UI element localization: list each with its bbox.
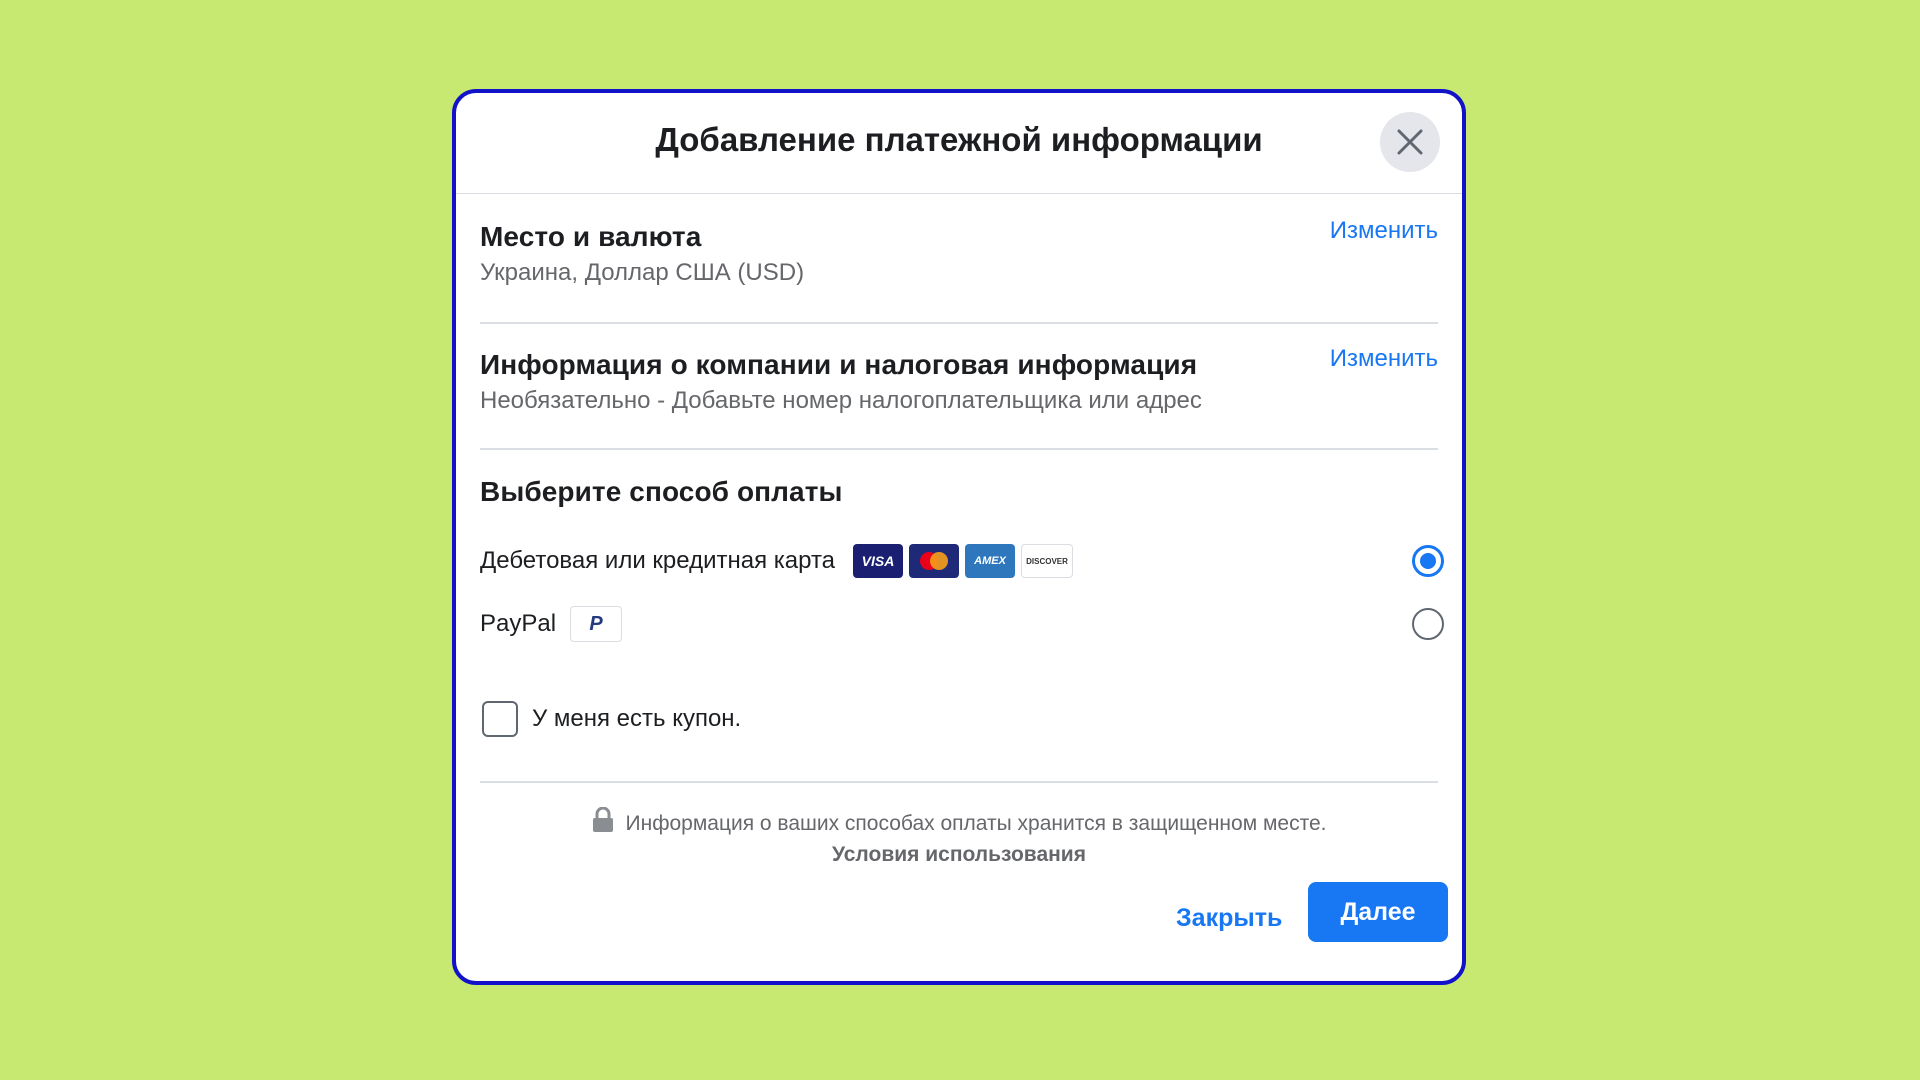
paypal-radio[interactable] [1412,608,1444,640]
mastercard-logo [909,544,960,578]
divider [480,781,1438,783]
paypal-option-label: PayPal [480,610,557,637]
discover-logo: DISCOVER [1021,544,1074,578]
edit-location-link[interactable]: Изменить [1330,217,1438,245]
close-button[interactable] [1380,112,1440,172]
dialog-header: Добавление платежной информации [456,93,1462,194]
payment-section: Выберите способ оплаты [480,476,1438,508]
coupon-row[interactable]: У меня есть купон. [482,701,741,737]
next-button[interactable]: Далее [1308,882,1448,942]
security-note-text: Информация о ваших способах оплаты храни… [625,812,1327,835]
cancel-button[interactable]: Закрыть [1176,904,1282,933]
divider [480,322,1438,324]
divider [480,448,1438,450]
payment-option-paypal[interactable]: PayPal P [480,604,1444,644]
mastercard-circles [920,552,949,570]
company-title: Информация о компании и налоговая информ… [480,349,1198,380]
amex-logo: AMEX [965,544,1016,578]
card-radio-selected[interactable] [1412,545,1444,577]
location-section: Место и валюта Украина, Доллар США (USD)… [480,217,1438,287]
location-subtitle: Украина, Доллар США (USD) [480,259,805,286]
dialog-title: Добавление платежной информации [655,121,1263,158]
location-title: Место и валюта [480,221,702,252]
lock-icon [592,806,613,832]
security-note: Информация о ваших способах оплаты храни… [456,806,1462,836]
coupon-checkbox[interactable] [482,701,518,737]
visa-logo-text: VISA [861,553,895,569]
payment-option-card[interactable]: Дебетовая или кредитная карта VISA AMEX … [480,541,1444,581]
paypal-logo-text: P [589,612,603,635]
discover-logo-text: DISCOVER [1026,556,1068,566]
company-subtitle: Необязательно - Добавьте номер налогопла… [480,387,1202,414]
payment-title: Выберите способ оплаты [480,476,843,507]
amex-logo-text: AMEX [974,555,1006,567]
terms-link[interactable]: Условия использования [456,843,1462,867]
payment-dialog: Добавление платежной информации Место и … [452,89,1466,985]
card-option-label: Дебетовая или кредитная карта [480,547,836,574]
paypal-logo: P [570,606,623,642]
close-icon [1397,129,1423,155]
edit-company-link[interactable]: Изменить [1330,345,1438,373]
visa-logo: VISA [853,544,904,578]
coupon-label: У меня есть купон. [532,705,742,732]
company-section: Информация о компании и налоговая информ… [480,345,1438,415]
